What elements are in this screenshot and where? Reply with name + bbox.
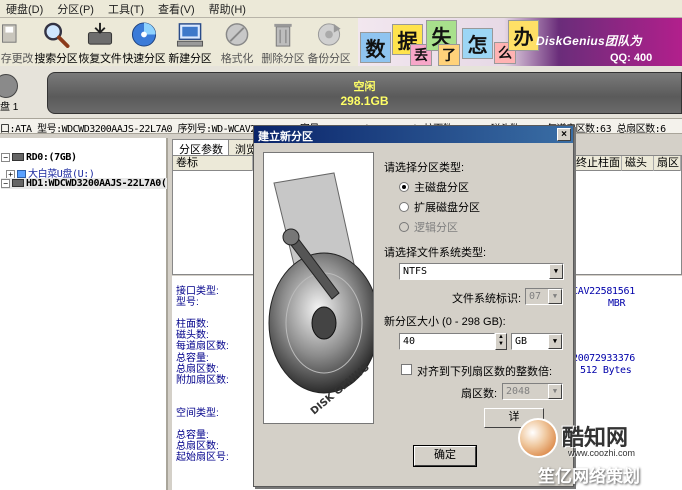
banner-tile: 了 [438,44,460,66]
prop-value: 20072933376 [572,353,635,364]
backup-partition-button[interactable]: 备份分区 [306,18,352,66]
menu-bar: 硬盘(D) 分区(P) 工具(T) 查看(V) 帮助(H) [0,0,682,18]
format-button[interactable]: 格式化 [214,18,260,66]
coozhi-logo-icon [518,418,558,458]
prop-label: 总扇区数: [176,364,219,375]
new-partition-icon [176,23,204,47]
chevron-down-icon: ▼ [548,334,562,349]
menu-view[interactable]: 查看(V) [152,1,203,17]
radio-dot [399,222,409,232]
align-sectors-checkbox[interactable] [401,364,412,375]
menu-help[interactable]: 帮助(H) [203,1,254,17]
filesystem-type-select[interactable]: NTFS ▼ [399,263,564,280]
prop-label: 型号: [176,297,199,308]
prop-label: 空间类型: [176,408,219,419]
delete-icon [274,23,292,47]
radio-dot [399,182,409,192]
align-sectors-label: 对齐到下列扇区数的整数倍: [417,366,553,378]
collapse-icon[interactable]: − [1,152,10,162]
prop-label: 总容量: [176,430,209,441]
size-unit-select[interactable]: GB ▼ [511,333,563,350]
save-changes-button[interactable]: 存更改 [0,18,34,66]
ok-button[interactable]: 确定 [413,445,477,467]
banner-tile: 办 [508,20,539,51]
partition-size-input[interactable]: 40 [399,333,495,350]
prop-label: 总容量: [176,353,209,364]
menu-partition[interactable]: 分区(P) [51,1,102,17]
primary-partition-radio[interactable]: 主磁盘分区 [399,179,469,195]
filesystem-type-label: 请选择文件系统类型: [384,247,487,259]
save-icon [2,24,17,43]
menu-tools[interactable]: 工具(T) [102,1,152,17]
dialog-title-bar[interactable]: 建立新分区 [254,126,573,143]
column-header-sector[interactable]: 扇区 [654,156,681,171]
disk-tree: − RD0:(7GB) + 大白菜U盘(U:) − HD1:WDCWD3200AAJS… [0,138,168,490]
drive-icon [12,153,24,161]
chevron-down-icon: ▼ [548,289,562,304]
tree-item-rd0[interactable]: − RD0:(7GB) [1,152,77,163]
magnifier-icon [44,22,70,48]
hard-disk-illustration: DISK GENIUS [264,153,373,423]
disk-icon [0,74,18,98]
prop-value: MBR [608,298,626,309]
banner-tile: 数 [360,32,391,63]
prop-label: 附加扇区数: [176,375,229,386]
prop-label: 柱面数: [176,319,209,330]
extended-partition-radio[interactable]: 扩展磁盘分区 [399,199,480,215]
watermark-url: www.coozhi.com [568,448,636,458]
dialog-title: 建立新分区 [258,131,313,143]
recover-files-button[interactable]: 恢复文件 [78,18,122,66]
prop-value: 512 Bytes [580,365,632,376]
close-icon: × [561,129,567,140]
partition-type-label: 请选择分区类型: [384,162,465,174]
disk-genius-artwork: DISK GENIUS [263,152,374,424]
menu-disk[interactable]: 硬盘(D) [0,1,51,17]
quick-partition-button[interactable]: 快速分区 [122,18,166,66]
quick-partition-icon [131,22,157,47]
tab-partition-params[interactable]: 分区参数 [172,139,230,156]
banner-brand-text: DiskGenius团队为 [536,34,642,48]
new-partition-button[interactable]: 新建分区 [166,18,214,66]
collapse-icon[interactable]: − [1,178,10,188]
size-spinner[interactable]: ▲ ▼ [495,333,507,350]
prop-label: 每道扇区数: [176,341,229,352]
site-watermark: 酷知网 www.coozhi.com 笙亿网络策划 [518,412,682,490]
free-space-block[interactable]: 空闲 298.1GB [47,72,682,114]
recover-icon [87,22,113,45]
filesystem-id-label: 文件系统标识: [452,293,522,305]
banner-qq-text: QQ: 400 [610,52,653,64]
dialog-close-button[interactable]: × [557,128,571,141]
toolbar: 存更改 搜索分区 恢复文件 快速分区 新建分区 格式化 删除分区 备份分区 [0,18,360,66]
filesystem-id-select[interactable]: 07 ▼ [525,288,563,305]
banner-tile: 怎 [462,28,493,59]
advert-banner[interactable]: 数 据 丢 失 了 怎 么 办 DiskGenius团队为 QQ: 400 [358,18,682,66]
drive-icon [12,179,24,187]
prop-label: 总扇区数: [176,441,219,452]
chevron-down-icon: ▼ [548,384,562,399]
partition-icon [17,170,26,178]
disk-label: 盘 1 [0,102,19,113]
logical-partition-radio[interactable]: 逻辑分区 [399,219,458,235]
tree-item-hd1[interactable]: − HD1:WDCWD3200AAJS-22L7A0( [1,178,167,189]
watermark-slogan: 笙亿网络策划 [538,467,640,486]
chevron-down-icon: ▼ [549,264,563,279]
format-icon [225,23,249,46]
column-header-end-cylinder[interactable]: 终止柱面 [573,156,622,171]
sector-count-label: 扇区数: [461,388,498,400]
prop-label: 起始扇区号: [176,452,229,463]
sector-count-select[interactable]: 2048 ▼ [502,383,563,400]
radio-dot [399,202,409,212]
backup-icon [317,23,341,46]
delete-partition-button[interactable]: 删除分区 [260,18,306,66]
search-partition-button[interactable]: 搜索分区 [34,18,78,66]
prop-value: CAV22581561 [572,286,635,297]
prop-label: 磁头数: [176,330,209,341]
column-header-head[interactable]: 磁头 [622,156,654,171]
column-header-label[interactable]: 卷标 [173,156,253,171]
free-space-size: 298.1GB [340,94,389,108]
free-space-label: 空闲 [353,81,376,93]
prop-label: 接口类型: [176,286,219,297]
partition-size-label: 新分区大小 (0 - 298 GB): [384,316,506,328]
